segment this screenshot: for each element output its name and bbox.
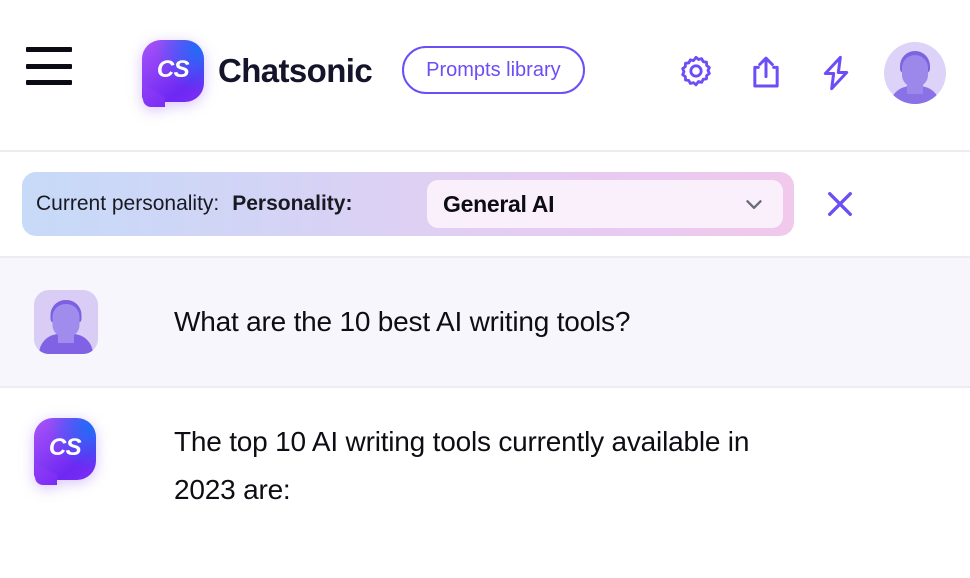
user-avatar-icon [34,290,98,354]
personality-label: Personality: [232,192,353,215]
avatar-head [52,304,80,337]
user-avatar-icon[interactable] [884,42,946,104]
hamburger-menu-icon[interactable] [26,47,72,85]
message-avatar-slot: CS [22,418,174,485]
chatsonic-logo-icon: CS [142,40,204,107]
current-personality-label: Current personality: [36,192,220,215]
personality-chip: Current personality: Personality: Genera… [22,172,794,236]
message-text-assistant: The top 10 AI writing tools currently av… [174,426,750,505]
logo-monogram: CS [156,56,190,83]
hamburger-bar [26,80,72,85]
share-upload-icon[interactable] [744,51,788,95]
gear-icon[interactable] [674,51,718,95]
app-header: CS Chatsonic Prompts library [0,0,970,152]
brand[interactable]: CS Chatsonic [142,40,373,107]
close-x-icon[interactable] [818,182,862,226]
message-text-user: What are the 10 best AI writing tools? [174,306,631,337]
message-row-assistant: CS The top 10 AI writing tools currently… [0,388,970,540]
hamburger-bar [26,47,72,52]
header-actions [674,42,948,104]
logo-monogram: CS [48,434,82,461]
chatsonic-logo-icon: CS [34,418,96,485]
message-row-user: What are the 10 best AI writing tools? [0,258,970,388]
lightning-bolt-icon[interactable] [814,51,858,95]
avatar-head [902,55,928,87]
brand-name: Chatsonic [218,52,373,89]
message-avatar-slot [22,290,174,354]
personality-bar: Current personality: Personality: Genera… [0,152,970,258]
chevron-down-icon [741,191,767,217]
personality-dropdown-value: General AI [443,190,555,217]
personality-dropdown[interactable]: General AI [427,180,783,228]
prompts-library-button[interactable]: Prompts library [402,46,585,94]
conversation-list: What are the 10 best AI writing tools? C… [0,258,970,578]
hamburger-bar [26,63,72,69]
chatsonic-app: CS Chatsonic Prompts library Current per… [0,0,970,578]
